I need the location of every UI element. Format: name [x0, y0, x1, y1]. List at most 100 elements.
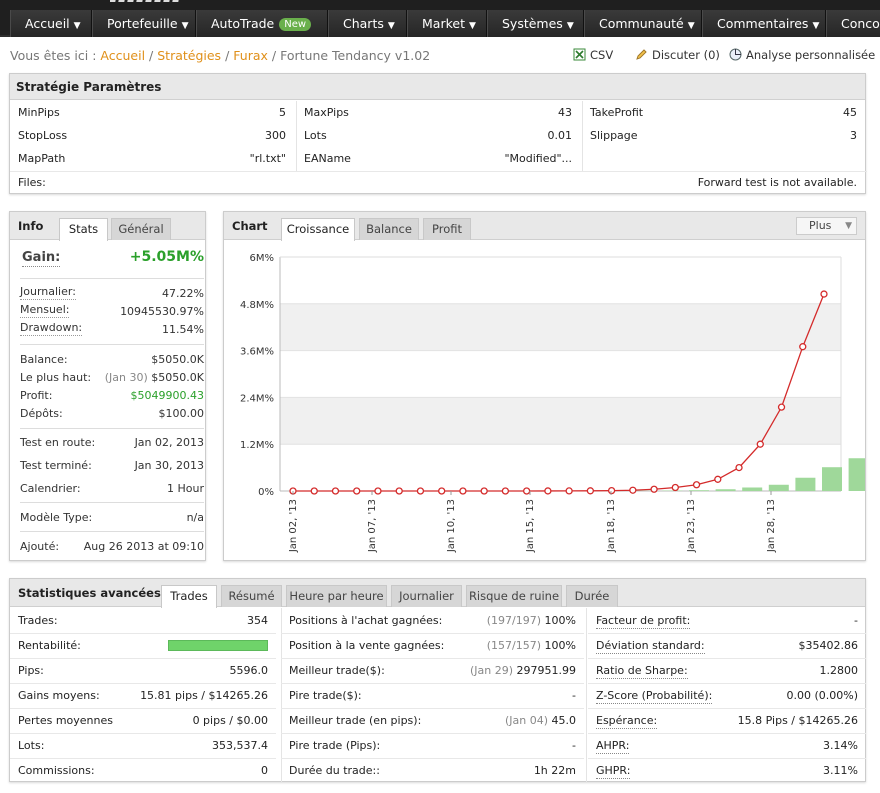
- stat-row: Meilleur trade($): (Jan 29) 297951.99: [289, 658, 576, 683]
- stat-key: GHPR:: [596, 764, 631, 779]
- stat-key: Gains moyens:: [18, 689, 100, 702]
- stat-key: Espérance:: [596, 714, 658, 729]
- files-row: Files: Forward test is not available.: [10, 171, 867, 194]
- breadcrumb-accueil[interactable]: Accueil: [100, 48, 145, 63]
- stat-value: (Jan 29) 297951.99: [469, 664, 576, 677]
- stat-value: (Jan 04) 45.0: [504, 714, 576, 727]
- nav-label: Charts: [343, 16, 384, 31]
- data-point: [395, 487, 403, 495]
- nav-charts[interactable]: Charts ▼: [328, 10, 407, 37]
- chevron-down-icon: ▼: [845, 221, 852, 231]
- stat-key: Mensuel:: [20, 303, 70, 318]
- y-tick-label: 2.4M%: [240, 393, 274, 404]
- nav-label: Market: [422, 16, 465, 31]
- nav-label: Portefeuille: [107, 16, 178, 31]
- nav-market[interactable]: Market ▼: [407, 10, 487, 37]
- advanced-title: Statistiques avancées: [18, 586, 161, 600]
- stat-value: 15.8 Pips / $14265.26: [737, 714, 858, 727]
- stat-value: 15.81 pips / $14265.26: [140, 689, 268, 702]
- stat-value: 11.54%: [162, 323, 204, 336]
- tab-journalier[interactable]: Journalier: [391, 585, 462, 607]
- tab-duree[interactable]: Durée: [566, 585, 618, 607]
- nav-communaute[interactable]: Communauté ▼: [584, 10, 702, 37]
- stat-key: Trades:: [18, 614, 58, 627]
- divider: [20, 428, 204, 429]
- tab-balance[interactable]: Balance: [359, 218, 419, 240]
- tab-profit[interactable]: Profit: [423, 218, 471, 240]
- stat-date: (Jan 30): [104, 371, 148, 384]
- nav-portefeuille[interactable]: Portefeuille ▼: [92, 10, 196, 37]
- x-tick-label: Jan 28, '13: [766, 499, 777, 553]
- stat-value: Jan 30, 2013: [134, 459, 204, 472]
- discuss-button[interactable]: Discuter (0): [635, 48, 720, 62]
- bar: [742, 487, 763, 491]
- stat-key: Test terminé:: [20, 459, 92, 472]
- nav-commentaires[interactable]: Commentaires ▼: [702, 10, 826, 37]
- stat-key: Drawdown:: [20, 321, 83, 336]
- nav-systemes[interactable]: Systèmes ▼: [487, 10, 584, 37]
- stat-row: Facteur de profit: -: [596, 608, 858, 633]
- data-point: [820, 290, 828, 298]
- new-badge: New: [279, 18, 312, 31]
- stat-key: Journalier:: [20, 285, 76, 300]
- stat-value: -: [854, 614, 858, 627]
- param-minpips: MinPips 5: [10, 101, 296, 124]
- data-point: [310, 487, 318, 495]
- param-value: "Modified"...: [504, 152, 572, 165]
- param-takeprofit: TakeProfit 45: [582, 101, 867, 124]
- x-tick-label: Jan 15, '13: [525, 499, 536, 553]
- info-title: Info: [18, 219, 44, 233]
- param-key: StopLoss: [18, 129, 68, 142]
- breadcrumb-sep: /: [271, 48, 277, 63]
- stat-key: Modèle Type:: [20, 511, 93, 524]
- stat-value: $35402.86: [798, 639, 859, 652]
- nav-autotrade[interactable]: AutoTrade New: [196, 10, 328, 37]
- breadcrumb-prefix: Vous êtes ici :: [10, 48, 97, 63]
- tab-heure-par-heure[interactable]: Heure par heure: [286, 585, 387, 607]
- params-title: Stratégie Paramètres: [10, 74, 865, 100]
- nav-concours[interactable]: Concou: [826, 10, 880, 37]
- tab-trades[interactable]: Trades: [161, 585, 217, 608]
- stat-value: $5049900.43: [130, 389, 204, 402]
- param-value: "rl.txt": [249, 152, 286, 165]
- y-tick-label: 1.2M%: [240, 440, 274, 451]
- breadcrumb-current: Fortune Tendancy v1.02: [280, 48, 431, 63]
- tab-resume[interactable]: Résumé: [221, 585, 282, 607]
- stat-key: Calendrier:: [20, 482, 81, 495]
- analysis-button[interactable]: Analyse personnalisée: [729, 48, 875, 62]
- stat-row: GHPR: 3.11%: [596, 758, 858, 783]
- csv-label: CSV: [590, 48, 614, 62]
- stat-test-start: Test en route: Jan 02, 2013: [20, 434, 204, 452]
- nav-accueil[interactable]: Accueil ▼: [10, 10, 92, 37]
- stat-profit: Profit: $5049900.43: [20, 387, 204, 405]
- stat-row: Pire trade($): -: [289, 683, 576, 708]
- stat-key: Balance:: [20, 353, 68, 366]
- tab-general[interactable]: Général: [111, 218, 171, 240]
- stat-sub: (157/157): [486, 639, 545, 652]
- discuss-label: Discuter (0): [652, 48, 720, 62]
- breadcrumb-furax[interactable]: Furax: [233, 48, 268, 63]
- stat-value: 3.14%: [823, 739, 858, 752]
- stat-key: Le plus haut:: [20, 371, 92, 384]
- nav-label: Communauté: [599, 16, 684, 31]
- tab-risque-de-ruine[interactable]: Risque de ruine: [466, 585, 562, 607]
- info-tabbar: Info Stats Général: [10, 212, 205, 241]
- tab-stats[interactable]: Stats: [59, 218, 108, 241]
- stat-key: Meilleur trade($):: [289, 664, 385, 677]
- stat-row: Commissions: 0: [18, 758, 268, 783]
- stat-value: (157/157) 100%: [486, 639, 576, 652]
- chart-panel: Chart Croissance Balance Profit Plus ▼ 0%…: [223, 211, 866, 561]
- more-dropdown[interactable]: Plus ▼: [796, 217, 857, 235]
- stat-key: Meilleur trade (en pips):: [289, 714, 422, 727]
- csv-button[interactable]: CSV: [573, 48, 613, 62]
- breadcrumb-strategies[interactable]: Stratégies: [157, 48, 221, 63]
- stat-value: 353,537.4: [212, 739, 268, 752]
- col-divider: [281, 608, 282, 783]
- excel-icon: [573, 48, 586, 61]
- tab-croissance[interactable]: Croissance: [281, 218, 355, 241]
- stat-key: Lots:: [18, 739, 45, 752]
- data-point: [459, 487, 467, 495]
- stat-value: $5050.0K: [151, 353, 204, 366]
- y-tick-label: 4.8M%: [240, 300, 274, 311]
- stat-row: Lots: 353,537.4: [18, 733, 268, 758]
